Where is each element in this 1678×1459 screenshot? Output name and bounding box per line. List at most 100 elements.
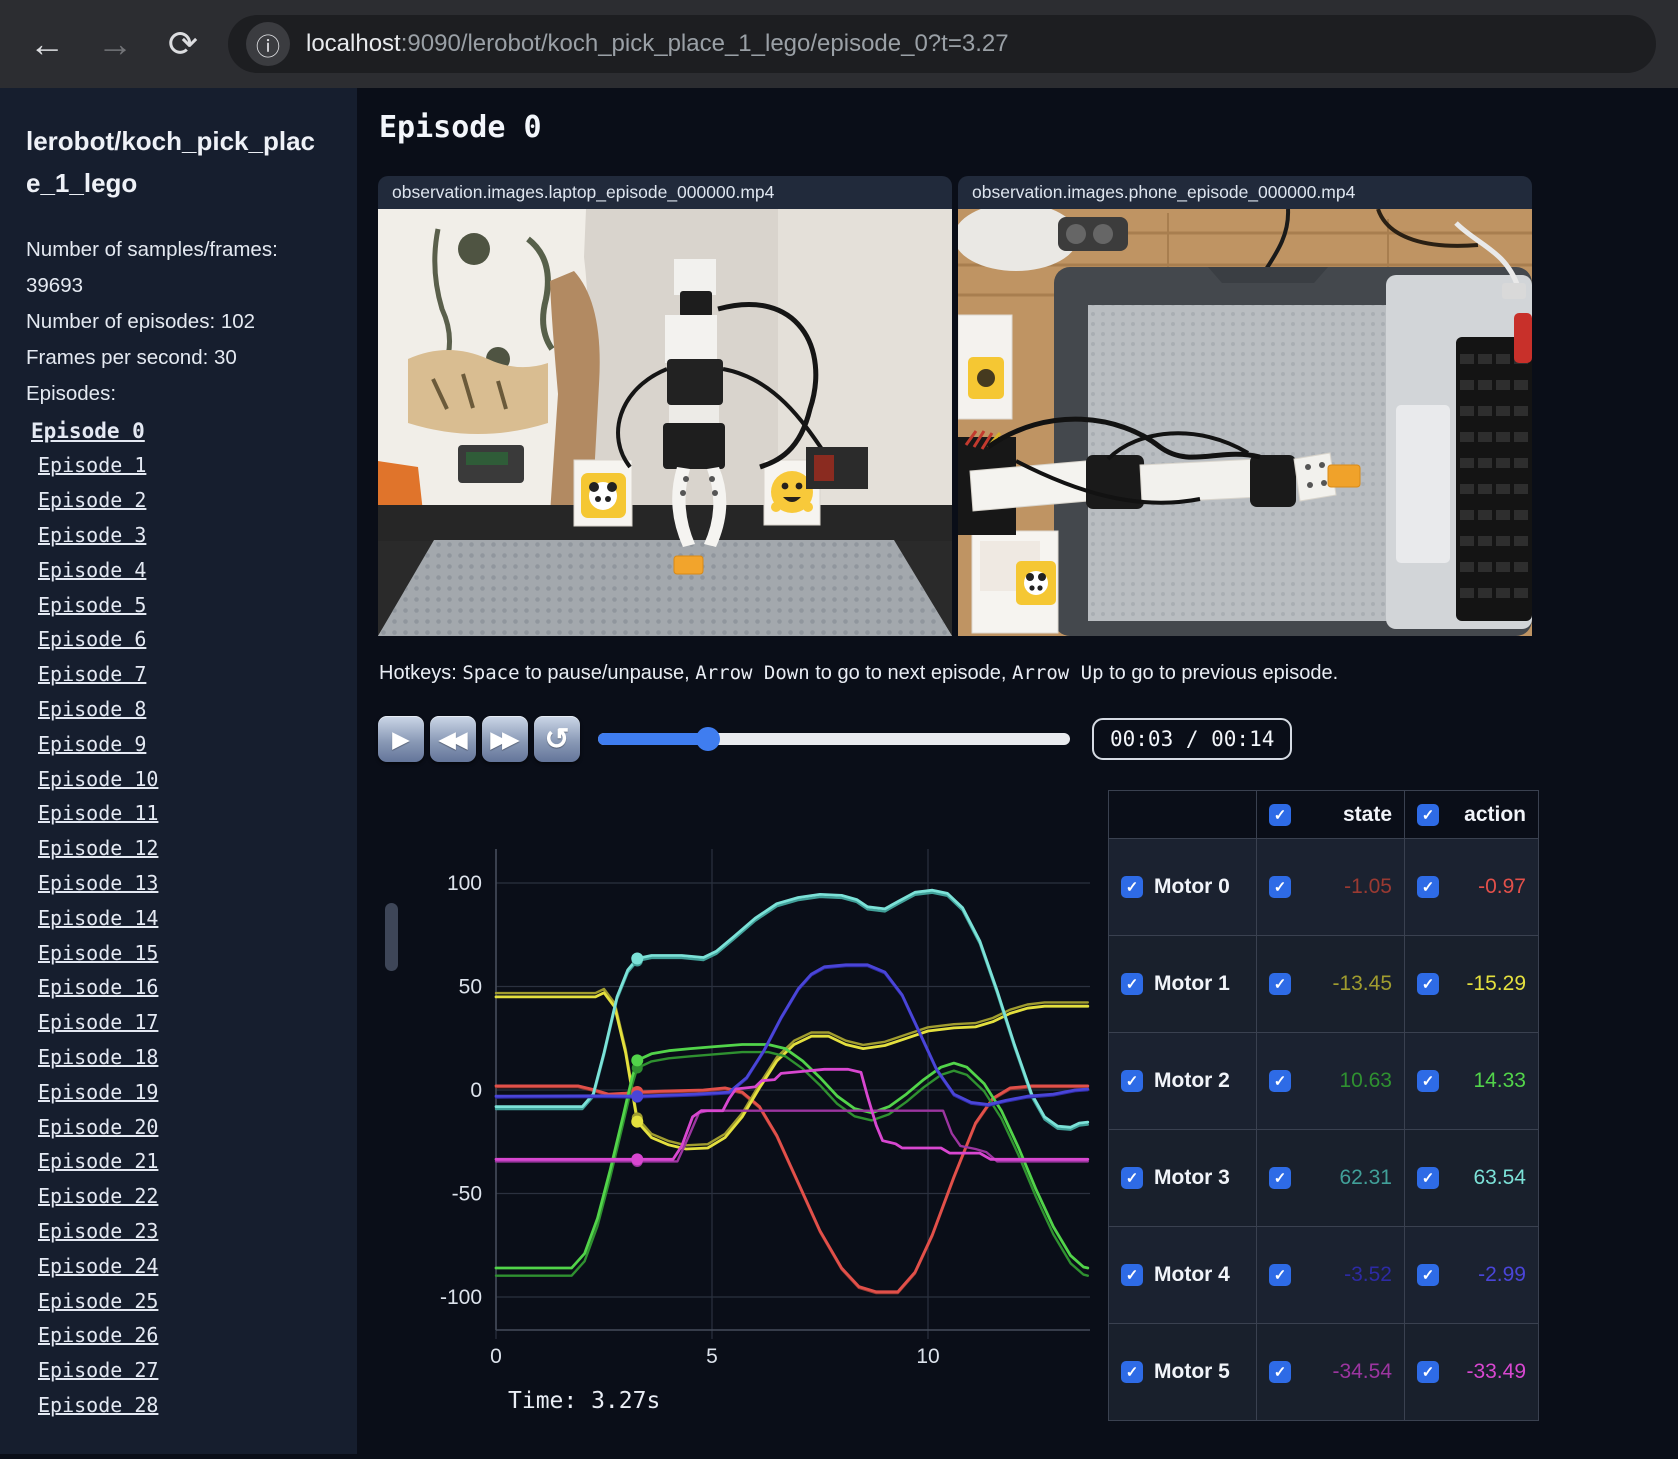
action-value: -15.29 [1466,972,1526,995]
sidebar-episode-link[interactable]: Episode 19 [26,1075,333,1110]
motor-chart[interactable]: 100 50 0 -50 -100 0 5 10 Time: 3.27s [378,790,1093,1454]
action-value: -0.97 [1478,875,1526,898]
fast-forward-button[interactable]: ▶▶ [482,716,528,762]
motor-row-checkbox[interactable]: ✓ [1121,1361,1143,1383]
x-tick-label: 10 [916,1345,939,1368]
sidebar-episode-link[interactable]: Episode 15 [26,936,333,971]
sidebar-episode-link[interactable]: Episode 4 [26,553,333,588]
series-state-Motor 5 [494,1109,1089,1163]
state-value: -3.52 [1344,1263,1392,1286]
state-value-checkbox[interactable]: ✓ [1269,876,1291,898]
video-card-phone: observation.images.phone_episode_000000.… [958,176,1532,636]
loop-button[interactable]: ↺ [534,716,580,762]
url-path: :9090/lerobot/koch_pick_place_1_lego/epi… [400,30,1009,57]
sidebar-episode-link[interactable]: Episode 20 [26,1110,333,1145]
motor-label: Motor 3 [1154,1166,1230,1189]
table-row: ✓ Motor 4 ✓ -3.52 ✓ -2.99 [1108,1226,1539,1324]
action-column-checkbox[interactable]: ✓ [1417,803,1439,826]
y-tick-label: 50 [459,976,482,999]
address-bar[interactable]: ⓘ localhost:9090/lerobot/koch_pick_place… [228,15,1656,73]
phone-camera-video[interactable] [958,209,1532,636]
motor-row-checkbox[interactable]: ✓ [1121,1264,1143,1286]
motor-label: Motor 4 [1154,1263,1230,1286]
motor-row-checkbox[interactable]: ✓ [1121,876,1143,898]
marker-action-Motor 4 [631,1090,644,1103]
rewind-button[interactable]: ◀◀ [430,716,476,762]
sidebar-episode-link[interactable]: Episode 10 [26,762,333,797]
sidebar-episode-link[interactable]: Episode 27 [26,1353,333,1388]
motor-label: Motor 5 [1154,1360,1230,1383]
reload-icon[interactable]: ⟳ [160,23,206,65]
sidebar-episode-link[interactable]: Episode 24 [26,1249,333,1284]
state-value: -1.05 [1344,875,1392,898]
state-value: -13.45 [1332,972,1392,995]
action-value-checkbox[interactable]: ✓ [1417,1264,1439,1286]
action-value-checkbox[interactable]: ✓ [1417,973,1439,995]
seek-slider-fill [598,733,709,745]
state-value-checkbox[interactable]: ✓ [1269,1070,1291,1092]
sidebar-episode-link[interactable]: Episode 8 [26,692,333,727]
url-host: localhost [306,30,401,57]
main-content: Episode 0 observation.images.laptop_epis… [357,88,1678,1454]
sidebar-episode-link[interactable]: Episode 18 [26,1040,333,1075]
browser-toolbar: ← → ⟳ ⓘ localhost:9090/lerobot/koch_pick… [0,0,1678,88]
table-row: ✓ Motor 5 ✓ -34.54 ✓ -33.49 [1108,1323,1539,1421]
motor-label: Motor 1 [1154,972,1230,995]
x-tick-label: 0 [490,1345,502,1368]
state-value-checkbox[interactable]: ✓ [1269,1167,1291,1189]
sidebar: lerobot/koch_pick_place_1_lego Number of… [0,88,357,1454]
sidebar-episode-link[interactable]: Episode 1 [26,448,333,483]
state-value-checkbox[interactable]: ✓ [1269,1361,1291,1383]
table-row: ✓ Motor 1 ✓ -13.45 ✓ -15.29 [1108,935,1539,1033]
sidebar-episode-link[interactable]: Episode 28 [26,1388,333,1423]
action-value-checkbox[interactable]: ✓ [1417,1361,1439,1383]
sidebar-episode-link[interactable]: Episode 11 [26,796,333,831]
back-icon[interactable]: ← [24,23,70,65]
motor-row-checkbox[interactable]: ✓ [1121,1070,1143,1092]
dataset-stats: Number of samples/frames: 39693 Number o… [26,232,278,411]
hotkey-key: Arrow Down [695,662,810,684]
state-column-checkbox[interactable]: ✓ [1269,803,1291,826]
sidebar-episode-link[interactable]: Episode 16 [26,970,333,1005]
state-value: 10.63 [1339,1069,1392,1092]
action-value-checkbox[interactable]: ✓ [1417,1070,1439,1092]
series-action-Motor 3 [494,888,1090,1129]
sidebar-episode-link[interactable]: Episode 5 [26,588,333,623]
action-value: -2.99 [1478,1263,1526,1286]
sidebar-episode-link[interactable]: Episode 7 [26,657,333,692]
sidebar-episode-link[interactable]: Episode 14 [26,901,333,936]
seek-slider-thumb[interactable] [696,727,721,751]
state-value-checkbox[interactable]: ✓ [1269,1264,1291,1286]
sidebar-episode-link[interactable]: Episode 23 [26,1214,333,1249]
sidebar-episode-link[interactable]: Episode 2 [26,483,333,518]
table-row: ✓ Motor 3 ✓ 62.31 ✓ 63.54 [1108,1129,1539,1227]
sidebar-episode-link[interactable]: Episode 6 [26,622,333,657]
sidebar-episode-link[interactable]: Episode 26 [26,1318,333,1353]
marker-action-Motor 3 [631,952,644,965]
sidebar-episode-link[interactable]: Episode 17 [26,1005,333,1040]
sidebar-episode-link[interactable]: Episode 22 [26,1179,333,1214]
sidebar-episode-link[interactable]: Episode 3 [26,518,333,553]
laptop-camera-video[interactable] [378,209,952,636]
forward-icon[interactable]: → [92,23,138,65]
motor-row-checkbox[interactable]: ✓ [1121,973,1143,995]
stat-fps: Frames per second: 30 [26,345,237,369]
sidebar-episode-link[interactable]: Episode 12 [26,831,333,866]
state-value-checkbox[interactable]: ✓ [1269,973,1291,995]
sidebar-episode-link[interactable]: Episode 25 [26,1284,333,1319]
action-value-checkbox[interactable]: ✓ [1417,876,1439,898]
play-button[interactable]: ▶ [378,716,424,762]
page-title: Episode 0 [379,110,542,145]
video-title-phone: observation.images.phone_episode_000000.… [958,176,1532,209]
sidebar-episode-link[interactable]: Episode 9 [26,727,333,762]
marker-action-Motor 2 [631,1054,644,1067]
sidebar-episode-link[interactable]: Episode 13 [26,866,333,901]
action-value-checkbox[interactable]: ✓ [1417,1167,1439,1189]
motor-row-checkbox[interactable]: ✓ [1121,1167,1143,1189]
sidebar-episode-link[interactable]: Episode 0 [26,414,333,449]
sidebar-episode-link[interactable]: Episode 21 [26,1144,333,1179]
episodes-label: Episodes: [26,381,117,405]
seek-slider[interactable] [598,727,1070,751]
hotkey-key: Space [462,662,520,684]
site-info-icon[interactable]: ⓘ [246,22,290,66]
